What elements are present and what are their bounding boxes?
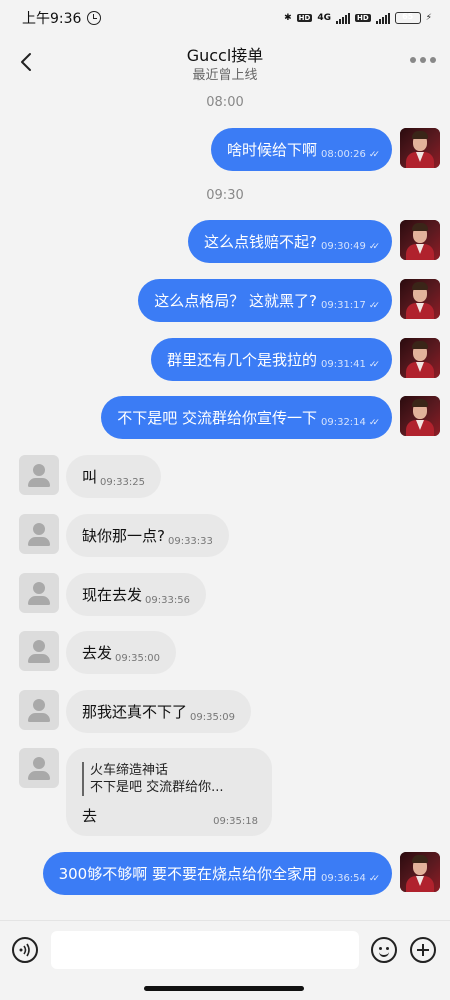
home-indicator[interactable] (144, 986, 304, 991)
read-check-icon: ✓✓ (368, 149, 380, 160)
message-time: 09:35:09 (190, 712, 235, 723)
sent-message-bubble[interactable]: 啥时候给下啊 08:00:26 ✓✓ (210, 128, 392, 171)
status-bar: 上午9:36 ✱ HD 4G HD 65 ⚡ (0, 0, 450, 36)
message-meta: 09:32:14 ✓✓ (320, 417, 380, 428)
my-avatar[interactable] (400, 396, 440, 436)
message-text: 那我还真不下了 (82, 703, 188, 721)
received-message-bubble[interactable]: 去发 09:35:00 (66, 631, 176, 674)
my-avatar[interactable] (400, 279, 440, 319)
quoted-message[interactable]: 火车缔造神话 不下是吧 交流群给你... (82, 762, 258, 796)
my-avatar[interactable] (400, 852, 440, 892)
message-time: 09:30:49 (320, 241, 366, 252)
signal-icon-2 (375, 12, 390, 24)
message-meta: 09:31:17 ✓✓ (320, 300, 380, 311)
person-icon (33, 640, 45, 652)
contact-avatar[interactable] (19, 631, 59, 671)
more-dots-icon[interactable] (410, 57, 436, 63)
chat-subtitle: 最近曾上线 (192, 68, 258, 83)
person-icon (33, 757, 45, 769)
read-check-icon: ✓✓ (368, 241, 380, 252)
message-text: 不下是吧 交流群给你宣传一下 (117, 409, 317, 427)
signal-icon (336, 12, 350, 24)
received-message-bubble[interactable]: 那我还真不下了 09:35:09 (66, 690, 251, 733)
sent-message-bubble[interactable]: 300够不够啊 要不要在烧点给你全家用 09:36:54 ✓✓ (42, 852, 392, 895)
quote-author: 火车缔造神话 (90, 763, 169, 778)
quote-text: 不下是吧 交流群给你... (90, 780, 224, 795)
received-message-bubble[interactable]: 缺你那一点? 09:33:33 (66, 514, 229, 557)
hd-icon: HD (296, 14, 313, 22)
message-text: 去发 (82, 644, 113, 662)
read-check-icon: ✓✓ (368, 359, 380, 370)
message-input[interactable] (51, 931, 359, 969)
read-check-icon: ✓✓ (368, 417, 380, 428)
message-text: 去 (82, 807, 98, 825)
message-text: 这么点钱赔不起? (204, 233, 317, 251)
contact-avatar[interactable] (19, 748, 59, 788)
person-icon (33, 699, 45, 711)
hd-icon-2: HD (355, 14, 371, 22)
message-time: 09:35:00 (115, 653, 160, 664)
input-bar (0, 920, 450, 980)
my-avatar[interactable] (400, 338, 440, 378)
message-time: 09:33:25 (100, 477, 145, 488)
message-meta: 08:00:26 ✓✓ (320, 149, 380, 160)
message-time: 09:33:33 (167, 536, 213, 547)
message-meta: 09:30:49 ✓✓ (320, 241, 380, 252)
sent-message-bubble[interactable]: 不下是吧 交流群给你宣传一下 09:32:14 ✓✓ (101, 396, 392, 439)
battery-percent: 65 (402, 12, 414, 21)
message-meta: 09:31:41 ✓✓ (320, 359, 380, 370)
received-message-bubble[interactable]: 叫 09:33:25 (66, 455, 161, 498)
received-message-bubble[interactable]: 现在去发 09:33:56 (66, 573, 206, 616)
contact-avatar[interactable] (19, 514, 59, 554)
sent-message-bubble[interactable]: 这么点钱赔不起? 09:30:49 ✓✓ (188, 220, 392, 263)
timestamp-divider: 08:00 (206, 95, 244, 110)
message-text: 这么点格局？ 这就黑了? (154, 292, 317, 310)
timestamp-divider: 09:30 (206, 188, 244, 203)
my-avatar[interactable] (400, 220, 440, 260)
status-icons: ✱ HD 4G HD 65 ⚡ (284, 12, 432, 24)
bluetooth-icon: ✱ (284, 13, 292, 23)
person-icon (33, 464, 45, 476)
message-meta: 09:36:54 ✓✓ (320, 873, 380, 884)
chat-title: Guccl接单 (186, 46, 264, 65)
battery-icon: 65 (394, 12, 421, 24)
person-icon (33, 582, 45, 594)
network-type-label: 4G (317, 13, 331, 23)
read-check-icon: ✓✓ (368, 300, 380, 311)
voice-icon[interactable] (12, 937, 38, 963)
contact-avatar[interactable] (19, 573, 59, 613)
message-time: 09:31:17 (320, 300, 366, 311)
message-text: 现在去发 (82, 586, 143, 604)
my-avatar[interactable] (400, 128, 440, 168)
message-text: 300够不够啊 要不要在烧点给你全家用 (58, 865, 317, 883)
alarm-icon (87, 11, 102, 25)
message-time: 09:36:54 (320, 873, 366, 884)
sent-message-bubble[interactable]: 这么点格局？ 这就黑了? 09:31:17 ✓✓ (138, 279, 392, 322)
chat-header: Guccl接单 最近曾上线 (0, 36, 450, 86)
read-check-icon: ✓✓ (368, 873, 380, 884)
message-text: 啥时候给下啊 (226, 141, 317, 159)
message-text: 群里还有几个是我拉的 (166, 351, 317, 369)
charging-icon: ⚡ (425, 13, 432, 23)
contact-avatar[interactable] (19, 455, 59, 495)
reply-message-bubble[interactable]: 火车缔造神话 不下是吧 交流群给你... 去 09:35:18 (66, 748, 272, 836)
plus-icon[interactable] (410, 937, 436, 963)
message-text: 叫 (82, 468, 98, 486)
message-time: 09:32:14 (320, 417, 366, 428)
message-time: 09:31:41 (320, 359, 366, 370)
message-time: 09:35:18 (213, 816, 258, 827)
message-time: 08:00:26 (320, 149, 366, 160)
status-time: 上午9:36 (22, 11, 82, 27)
emoji-icon[interactable] (371, 937, 397, 963)
message-time: 09:33:56 (145, 595, 190, 606)
contact-avatar[interactable] (19, 690, 59, 730)
person-icon (33, 523, 45, 535)
message-text: 缺你那一点? (82, 527, 165, 545)
sent-message-bubble[interactable]: 群里还有几个是我拉的 09:31:41 ✓✓ (150, 338, 392, 381)
